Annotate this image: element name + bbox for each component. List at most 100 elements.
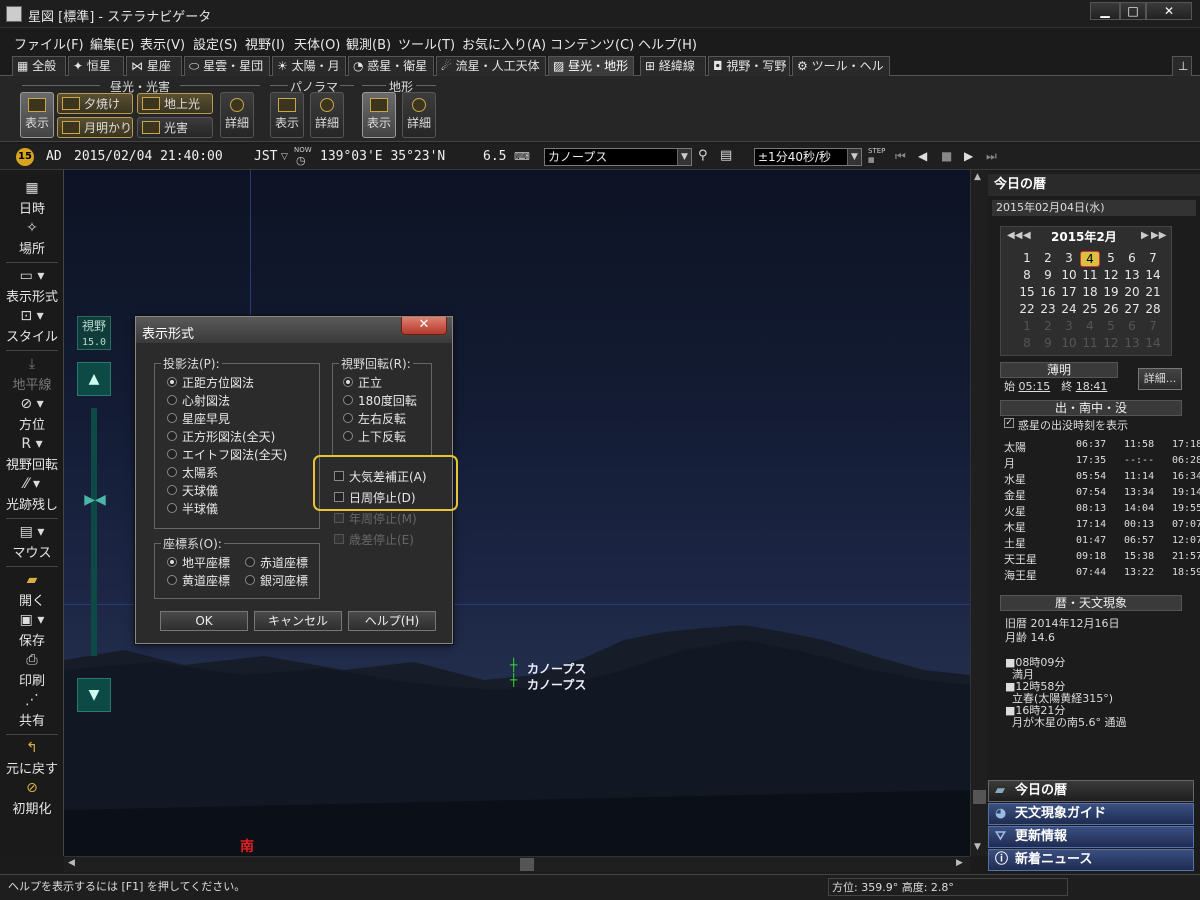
calendar-day[interactable]: 13 [1122, 268, 1142, 282]
display-format-button[interactable]: ▭ ▾ 表示形式 [0, 268, 64, 305]
star-label[interactable]: カノープス [527, 676, 586, 693]
calendar-day[interactable]: 14 [1143, 336, 1163, 350]
play-icon[interactable]: ▶ [964, 149, 973, 163]
menu-view[interactable]: 表示(V) [140, 34, 185, 53]
projection-option[interactable]: 太陽系 [167, 464, 218, 481]
keyboard-icon[interactable]: ⌨ [514, 150, 530, 163]
zoom-in-button[interactable]: ▲ [77, 362, 111, 396]
tab-tools-help[interactable]: ⚙ ツール・ヘルプ [792, 56, 890, 91]
calendar-day[interactable]: 15 [1017, 285, 1037, 299]
zoom-slider-track[interactable] [91, 408, 97, 656]
calendar-day[interactable]: 4 [1080, 319, 1100, 333]
projection-option[interactable]: 天球儀 [167, 482, 218, 499]
calendar-day[interactable]: 16 [1038, 285, 1058, 299]
chevron-down-icon[interactable]: ▼ [974, 842, 981, 852]
star-label[interactable]: カノープス [527, 660, 586, 677]
view-rotation-button[interactable]: R ▾ 視野回転 [0, 436, 64, 473]
now-clock-icon[interactable]: ◷ [296, 154, 306, 167]
rotation-option[interactable]: 正立 [343, 374, 382, 391]
coordinates[interactable]: 139°03'E 35°23'N [320, 149, 445, 164]
print-button[interactable]: ⎙ 印刷 [0, 652, 64, 689]
calendar-day[interactable]: 11 [1080, 336, 1100, 350]
calendar-day[interactable]: 28 [1143, 302, 1163, 316]
close-button[interactable]: ✕ [1146, 2, 1192, 20]
zoom-out-button[interactable]: ▼ [77, 678, 111, 712]
rotation-option[interactable]: 上下反転 [343, 428, 406, 445]
calendar-day[interactable]: 12 [1101, 336, 1121, 350]
stop-icon[interactable]: ■ [941, 149, 952, 163]
next-month-icon[interactable]: ▶ [1141, 230, 1149, 241]
trail-button[interactable]: ⁄⁄ ▾ 光跡残し [0, 476, 64, 513]
menu-objects[interactable]: 天体(O) [294, 34, 340, 53]
skip-back-icon[interactable]: ⏮ [895, 149, 906, 164]
next-year-icon[interactable]: ▶▶ [1151, 230, 1166, 241]
direction-button[interactable]: ⊘ ▾ 方位 [0, 396, 64, 433]
calendar-day[interactable]: 21 [1143, 285, 1163, 299]
calendar-day[interactable]: 9 [1038, 336, 1058, 350]
calendar-day[interactable]: 8 [1017, 268, 1037, 282]
mouse-button[interactable]: ▤ ▾ マウス [0, 524, 64, 561]
calendar-day[interactable]: 14 [1143, 268, 1163, 282]
tab-field-photo[interactable]: ◘ 視野・写野 [708, 56, 790, 76]
calendar-day[interactable]: 5 [1101, 251, 1121, 265]
chevron-right-icon[interactable]: ▶ [956, 858, 963, 868]
checkbox-option[interactable]: 年周停止(M) [334, 510, 417, 527]
calendar-day[interactable]: 24 [1059, 302, 1079, 316]
rotation-option[interactable]: 180度回転 [343, 392, 417, 409]
prev-month-icon[interactable]: ◀ [1023, 230, 1031, 241]
tab-nebulae[interactable]: ⬭ 星雲・星団 [184, 56, 270, 76]
limiting-magnitude[interactable]: 6.5 [483, 149, 506, 164]
moonlight-toggle[interactable]: 月明かり [57, 117, 133, 138]
projection-option[interactable]: 正距方位図法 [167, 374, 254, 391]
projection-option[interactable]: 心射図法 [167, 392, 230, 409]
timezone[interactable]: JST [254, 149, 277, 164]
calendar-day[interactable]: 7 [1143, 251, 1163, 265]
projection-option[interactable]: エイトフ図法(全天) [167, 446, 287, 463]
chevron-down-icon[interactable]: ▼ [677, 149, 691, 165]
chevron-left-icon[interactable]: ◀ [68, 858, 75, 868]
chevron-up-icon[interactable]: ▲ [974, 172, 981, 182]
coordinate-option[interactable]: 銀河座標 [245, 572, 308, 589]
light-pollution-toggle[interactable]: 光害 [137, 117, 213, 138]
calendar-day[interactable]: 10 [1059, 336, 1079, 350]
calendar-day[interactable]: 11 [1080, 268, 1100, 282]
play-reverse-icon[interactable]: ◀ [918, 149, 927, 163]
datetime[interactable]: 2015/02/04 21:40:00 [74, 149, 223, 164]
menu-field[interactable]: 視野(I) [245, 34, 285, 53]
menu-favorites[interactable]: お気に入り(A) [462, 34, 546, 53]
tab-general[interactable]: ▦ 全般 [12, 56, 66, 76]
ok-button[interactable]: OK [160, 611, 248, 631]
scroll-thumb[interactable] [520, 858, 534, 871]
terrain-detail-button[interactable]: 詳細 [402, 92, 436, 138]
daylight-detail-button[interactable]: 詳細 [220, 92, 254, 138]
dock-news[interactable]: ⓘ 新着ニュース [988, 849, 1194, 871]
reset-button[interactable]: ⊘ 初期化 [0, 780, 64, 817]
open-button[interactable]: ▰ 開く [0, 572, 64, 609]
dialog-close-button[interactable]: ✕ [401, 317, 447, 335]
list-icon[interactable]: ▤ [720, 148, 732, 163]
coordinate-option[interactable]: 黄道座標 [167, 572, 230, 589]
vertical-scrollbar[interactable]: ▲ ▼ [970, 170, 988, 856]
location-button[interactable]: ✧ 場所 [0, 220, 64, 257]
calendar-day[interactable]: 3 [1059, 319, 1079, 333]
tab-constellations[interactable]: ⋈ 星座 [126, 56, 182, 76]
daylight-show-button[interactable]: 表示 [20, 92, 54, 138]
tab-planets[interactable]: ◔ 惑星・衛星 [348, 56, 434, 76]
clock-icon[interactable]: 15 [16, 148, 34, 166]
menu-file[interactable]: ファイル(F) [14, 34, 84, 53]
scroll-thumb[interactable] [973, 790, 986, 804]
menu-settings[interactable]: 設定(S) [193, 34, 237, 53]
dock-today-calendar[interactable]: ▰ 今日の暦 [988, 780, 1194, 802]
tab-grid-lines[interactable]: ⊞ 経緯線 [640, 56, 706, 76]
calendar-day[interactable]: 9 [1038, 268, 1058, 282]
detail-button[interactable]: 詳細... [1138, 368, 1182, 390]
calendar-day[interactable]: 4 [1080, 251, 1100, 267]
calendar-day[interactable]: 22 [1017, 302, 1037, 316]
sunset-toggle[interactable]: 夕焼け [57, 93, 133, 114]
dock-updates[interactable]: ⛛ 更新情報 [988, 826, 1194, 848]
chevron-down-icon[interactable]: ▼ [847, 149, 861, 165]
calendar-day[interactable]: 2 [1038, 319, 1058, 333]
tab-daylight-terrain[interactable]: ▨ 昼光・地形 [548, 56, 634, 77]
projection-option[interactable]: 半球儀 [167, 500, 218, 517]
rise-set-checkbox[interactable]: ✓ 惑星の出没時刻を表示 [1004, 417, 1128, 433]
